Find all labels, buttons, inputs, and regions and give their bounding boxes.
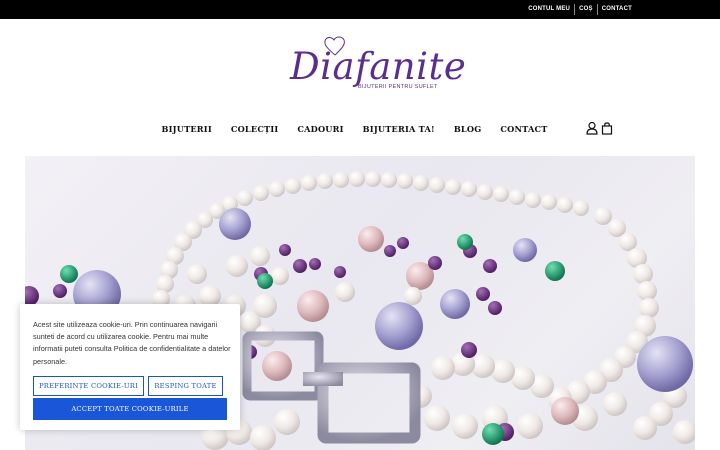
cookie-consent-dialog: Acest site utilizeaza cookie-uri. Prin c… xyxy=(20,304,240,430)
nav-item-bijuteria-ta[interactable]: BIJUTERIA TA! xyxy=(353,124,444,134)
nav-item-bijuterii[interactable]: BIJUTERII xyxy=(152,124,221,134)
silver-clasp xyxy=(242,331,421,444)
nav-item-blog[interactable]: BLOG xyxy=(444,124,491,134)
nav-item-contact[interactable]: CONTACT xyxy=(491,124,557,134)
cookie-message: Acest site utilizeaza cookie-uri. Prin c… xyxy=(33,320,231,366)
cookie-preferences-button[interactable]: PREFERINȚE COOKIE-URI xyxy=(33,376,144,396)
top-bar: CONTUL MEU COȘ CONTACT xyxy=(0,0,720,19)
cart-link[interactable]: COȘ xyxy=(575,0,597,19)
site-logo[interactable]: Diafanite BIJUTERII PENTRU SUFLET xyxy=(286,35,466,97)
logo-wordmark: Diafanite xyxy=(290,45,467,88)
main-nav: BIJUTERII COLECȚII CADOURI BIJUTERIA TA!… xyxy=(152,119,557,139)
logo-tagline: BIJUTERII PENTRU SUFLET xyxy=(358,84,438,90)
account-link[interactable]: CONTUL MEU xyxy=(524,0,574,19)
account-links: CONTUL MEU COȘ CONTACT xyxy=(524,0,636,19)
nav-item-colectii[interactable]: COLECȚII xyxy=(221,124,288,134)
cart-icon[interactable] xyxy=(601,121,613,135)
reject-all-button[interactable]: RESPING TOATE xyxy=(148,376,223,396)
nav-item-cadouri[interactable]: CADOURI xyxy=(288,124,353,134)
header-icons xyxy=(586,121,613,135)
contact-link[interactable]: CONTACT xyxy=(598,0,636,19)
accept-all-button[interactable]: ACCEPT TOATE COOKIE-URILE xyxy=(33,398,227,420)
user-icon[interactable] xyxy=(586,121,598,135)
